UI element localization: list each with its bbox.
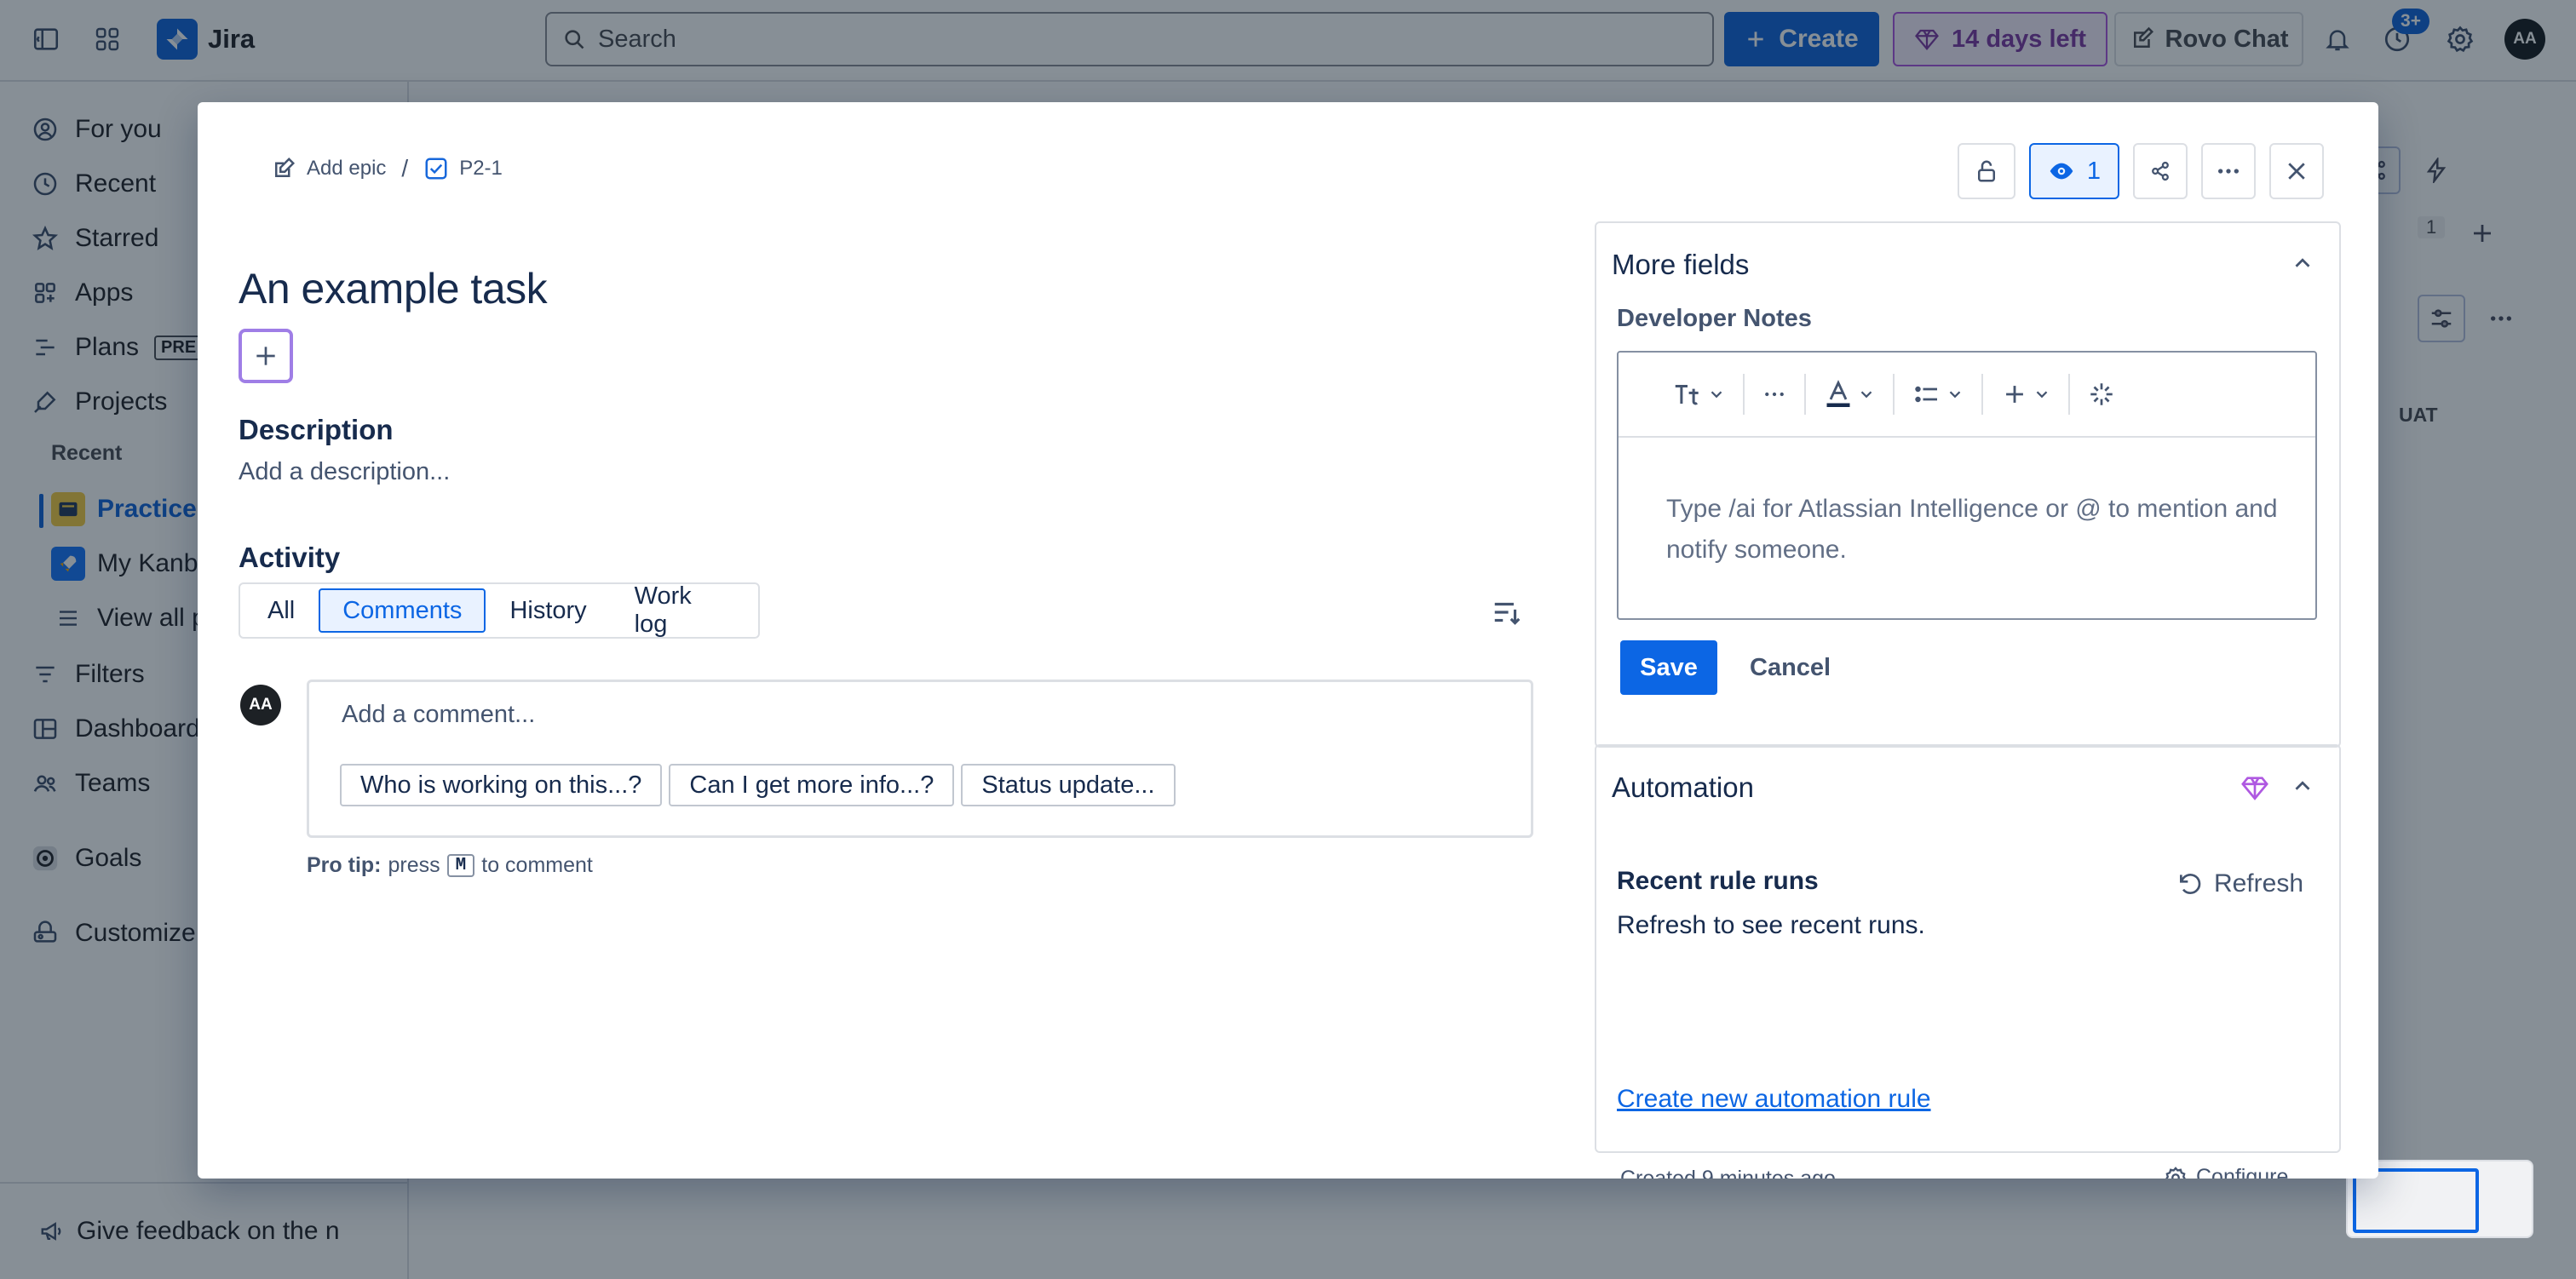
restrict-access-button[interactable] — [1958, 143, 2015, 199]
collapse-automation-button[interactable] — [2290, 773, 2315, 799]
toolbar-divider — [2068, 374, 2070, 415]
unlock-icon — [1978, 160, 1995, 182]
save-button[interactable]: Save — [1620, 640, 1717, 695]
text-color-dropdown[interactable] — [1811, 370, 1888, 418]
bg-add-tab-button — [2465, 216, 2499, 250]
chevron-down-icon — [1860, 391, 1872, 399]
tab-all[interactable]: All — [244, 588, 319, 633]
cancel-button[interactable]: Cancel — [1734, 640, 1846, 695]
sort-icon — [1494, 602, 1521, 625]
more-fields-title[interactable]: More fields — [1612, 249, 1749, 281]
sort-activity-button[interactable] — [1491, 596, 1523, 628]
breadcrumb: Add epic / P2-1 — [271, 155, 503, 182]
issue-title[interactable]: An example task — [239, 264, 548, 313]
more-icon — [2491, 316, 2511, 321]
insert-dropdown[interactable] — [1988, 370, 2063, 418]
comment-input[interactable] — [342, 701, 1449, 729]
close-button[interactable] — [2269, 143, 2324, 199]
issue-key-link[interactable]: P2-1 — [423, 156, 503, 181]
more-icon — [1765, 392, 1784, 397]
recent-rule-runs-heading: Recent rule runs — [1617, 867, 1819, 895]
share-button[interactable] — [2133, 143, 2188, 199]
editor-toolbar — [1619, 353, 2315, 438]
refresh-label: Refresh — [2213, 869, 2303, 898]
developer-notes-editor[interactable]: Type /ai for Atlassian Intelligence or @… — [1617, 351, 2317, 620]
description-field[interactable]: Add a description... — [239, 458, 450, 486]
configure-label: Configure — [2196, 1165, 2289, 1179]
shortcut-key: M — [446, 854, 475, 877]
add-epic-label: Add epic — [307, 157, 387, 180]
text-color-icon — [1826, 380, 1850, 407]
recent-rule-runs-text: Refresh to see recent runs. — [1617, 911, 1925, 939]
watch-button[interactable]: 1 — [2029, 143, 2119, 199]
refresh-icon — [2179, 874, 2201, 894]
tab-work-log[interactable]: Work log — [611, 582, 755, 638]
developer-notes-label: Developer Notes — [1617, 305, 1812, 332]
editor-placeholder[interactable]: Type /ai for Atlassian Intelligence or @… — [1666, 489, 2280, 571]
add-epic-link[interactable]: Add epic — [271, 156, 386, 181]
premium-gem-icon — [2240, 773, 2269, 802]
bg-more-button — [2477, 295, 2525, 342]
comment-editor[interactable]: Who is working on this...? Can I get mor… — [307, 680, 1533, 838]
text-style-dropdown[interactable] — [1659, 370, 1738, 418]
sliders-icon — [2431, 309, 2452, 328]
chevron-up-icon — [2295, 781, 2310, 790]
toolbar-divider — [1743, 374, 1745, 415]
tab-comments[interactable]: Comments — [319, 588, 486, 633]
issue-key-label: P2-1 — [459, 157, 503, 180]
lightning-icon — [2426, 158, 2447, 183]
commenter-avatar: AA — [240, 685, 281, 726]
ai-sparkle-icon — [2090, 383, 2113, 405]
more-formatting-button[interactable] — [1750, 370, 1799, 418]
toolbar-divider — [1804, 374, 1806, 415]
pro-tip-label: Pro tip: — [307, 853, 382, 877]
automation-title[interactable]: Automation — [1612, 771, 1754, 804]
create-automation-rule-link[interactable]: Create new automation rule — [1617, 1085, 1931, 1114]
watch-count: 1 — [2086, 157, 2102, 185]
bg-automation-button — [2412, 146, 2460, 194]
more-actions-button[interactable] — [2201, 143, 2256, 199]
chevron-up-icon — [2295, 258, 2310, 267]
gear-icon — [2165, 1166, 2187, 1179]
add-child-item-button[interactable] — [239, 329, 293, 383]
chevron-down-icon — [1949, 391, 1961, 399]
list-dropdown[interactable] — [1900, 370, 1976, 418]
quick-reply-suggestions: Who is working on this...? Can I get mor… — [340, 764, 1176, 806]
pro-tip-text-post: to comment — [481, 853, 593, 877]
activity-heading: Activity — [239, 542, 341, 573]
tab-history[interactable]: History — [486, 588, 610, 633]
collapse-more-fields-button[interactable] — [2290, 250, 2315, 276]
breadcrumb-separator: / — [401, 155, 409, 181]
text-size-icon — [1675, 384, 1699, 405]
pro-tip: Pro tip: press M to comment — [307, 853, 593, 878]
quick-reply-more-info[interactable]: Can I get more info...? — [669, 764, 955, 806]
quick-reply-who-working[interactable]: Who is working on this...? — [340, 764, 663, 806]
plus-icon — [2006, 386, 2023, 403]
activity-tabs: All Comments History Work log — [239, 582, 760, 639]
chevron-down-icon — [1711, 391, 1722, 399]
chevron-down-icon — [2036, 391, 2048, 399]
toolbar-divider — [1981, 374, 1983, 415]
refresh-button[interactable]: Refresh — [2176, 860, 2303, 908]
bg-filter-button — [2418, 295, 2465, 342]
ai-button[interactable] — [2075, 370, 2128, 418]
created-timestamp: Created 9 minutes ago — [1620, 1167, 1836, 1179]
task-checkbox-icon — [425, 158, 447, 180]
automation-panel: Automation Recent rule runs Refresh to s… — [1595, 744, 2341, 1153]
share-icon — [2152, 161, 2169, 181]
pro-tip-text-pre: press — [388, 853, 440, 877]
description-heading: Description — [239, 414, 394, 445]
bullet-list-icon — [1915, 386, 1937, 403]
plus-icon — [256, 347, 275, 365]
more-icon — [2218, 169, 2239, 174]
close-icon — [2288, 163, 2305, 180]
plus-icon — [2474, 225, 2491, 242]
quick-reply-status-update[interactable]: Status update... — [961, 764, 1176, 806]
issue-modal: Add epic / P2-1 An example task Descript… — [198, 102, 2378, 1179]
toolbar-divider — [1893, 374, 1895, 415]
eye-icon — [2050, 163, 2073, 180]
more-fields-panel: More fields Developer Notes Type /ai for… — [1595, 221, 2341, 748]
configure-button[interactable]: Configure — [2164, 1165, 2288, 1179]
edit-icon — [275, 157, 296, 177]
